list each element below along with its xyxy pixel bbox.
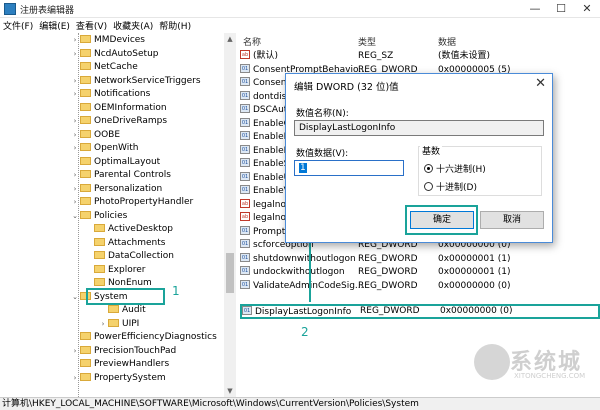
watermark-subtext: XITONGCHENG.COM [514,372,586,380]
dialog-close-icon[interactable]: ✕ [535,76,546,91]
base-label: 基数 [420,144,443,157]
watermark: 系统城 XITONGCHENG.COM [470,338,596,390]
ok-button-highlight [405,205,478,235]
radio-dec-label: 十进制(D) [436,183,477,193]
radio-hex-label: 十六进制(H) [436,165,486,175]
radio-decimal[interactable]: 十进制(D) [424,180,477,193]
value-name-field[interactable]: DisplayLastLogonInfo [294,120,544,136]
status-bar-path: 计算机\HKEY_LOCAL_MACHINE\SOFTWARE\Microsof… [0,397,600,410]
dialog-title: 编辑 DWORD (32 位)值 [294,82,399,93]
radio-hexadecimal[interactable]: 十六进制(H) [424,162,486,175]
cancel-button[interactable]: 取消 [480,211,544,229]
value-name-label: 数值名称(N): [296,109,349,119]
step-2-label: 2 [301,325,309,339]
radio-checked-icon [424,164,433,173]
value-data-input[interactable]: 1 [294,160,404,176]
watermark-logo-icon [474,344,510,380]
value-data-label: 数值数据(V): [296,149,349,159]
value-data-text: 1 [299,163,307,173]
step-1-label: 1 [172,284,180,298]
radio-unchecked-icon [424,182,433,191]
